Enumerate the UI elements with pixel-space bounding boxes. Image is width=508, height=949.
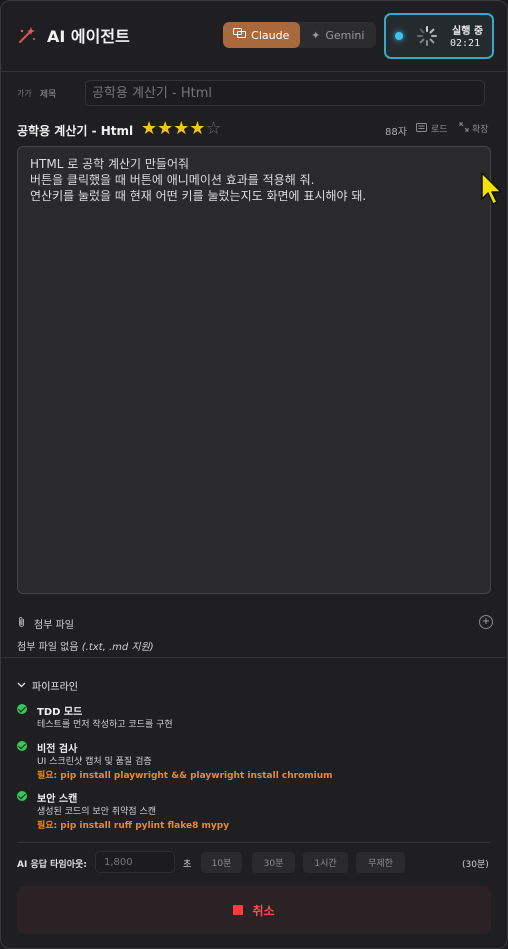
- run-status-box: 실행 중 02:21: [384, 13, 494, 59]
- sparkle-icon: ✦: [311, 28, 321, 42]
- model-gemini-label: Gemini: [325, 28, 365, 42]
- divider: [17, 842, 491, 843]
- chevron-down-icon: [17, 680, 26, 691]
- divider: [1, 657, 507, 658]
- app-window: AI 에이전트 Claude ✦ Gemini 실행 중 02:21 가가 제목…: [0, 0, 508, 949]
- expand-button[interactable]: 확장: [459, 122, 489, 135]
- stars-empty: ☆: [205, 118, 222, 139]
- load-label: 로드: [431, 125, 448, 135]
- pipeline-toggle[interactable]: 파이프라인: [17, 678, 78, 693]
- title-field-label: 가가 제목: [17, 87, 56, 100]
- run-status-label: 실행 중: [452, 26, 484, 37]
- step-name: 보안 스캔: [37, 794, 78, 805]
- expand-icon: [459, 122, 469, 135]
- timeout-preset-unlimited[interactable]: 무제한: [356, 852, 405, 873]
- attachment-supported-types: (.txt, .md 지원): [81, 642, 154, 653]
- model-claude-label: Claude: [251, 28, 290, 42]
- attachment-label: 첨부 파일: [34, 620, 74, 631]
- add-attachment-button[interactable]: +: [479, 615, 493, 629]
- step-name: TDD 모드: [37, 707, 83, 718]
- font-size-icon[interactable]: 가가: [17, 88, 32, 99]
- chat-icon: [233, 28, 247, 42]
- attachment-empty-label: 첨부 파일 없음: [17, 642, 79, 653]
- check-circle-icon: [17, 791, 27, 801]
- model-toggle: Claude ✦ Gemini: [223, 22, 376, 48]
- pipeline-label: 파이프라인: [32, 682, 78, 693]
- expand-label: 확장: [472, 125, 489, 135]
- step-description: UI 스크린샷 캡처 및 품질 검증: [37, 757, 152, 767]
- spinner-icon: [417, 26, 437, 46]
- prompt-editor[interactable]: HTML 로 공학 계산기 만들어줘 버튼을 클릭했을 때 버튼에 애니메이션 …: [17, 146, 491, 594]
- prompt-title: 공학용 계산기 - Html: [17, 124, 134, 138]
- cancel-button[interactable]: 취소: [17, 886, 491, 934]
- paperclip-icon: [17, 616, 26, 631]
- running-indicator-dot: [395, 32, 403, 40]
- timeout-preset-1hour[interactable]: 1시간: [303, 852, 348, 873]
- attachment-header: 첨부 파일: [17, 616, 74, 631]
- app-title: AI 에이전트: [47, 27, 130, 46]
- attachment-empty-text: 첨부 파일 없음 (.txt, .md 지원): [17, 638, 154, 653]
- timeout-label: AI 응답 타임아웃:: [17, 860, 87, 870]
- title-label: 제목: [39, 90, 57, 100]
- timeout-input[interactable]: [95, 851, 175, 873]
- rating-stars[interactable]: ★★★★☆: [141, 118, 222, 139]
- run-elapsed-time: 02:21: [450, 38, 481, 49]
- stars-filled: ★★★★: [141, 118, 206, 139]
- title-input[interactable]: [85, 80, 485, 106]
- load-icon: [416, 122, 427, 135]
- step-requirement: 필요: pip install ruff pylint flake8 mypy: [37, 821, 230, 831]
- step-name: 비전 검사: [37, 744, 78, 755]
- timeout-unit: 초: [183, 860, 192, 870]
- stop-icon: [233, 905, 244, 915]
- timeout-preset-10min[interactable]: 10분: [201, 852, 242, 873]
- load-button[interactable]: 로드: [416, 122, 448, 135]
- char-count: 88자: [385, 127, 407, 138]
- header: AI 에이전트 Claude ✦ Gemini 실행 중 02:21: [1, 1, 507, 72]
- model-gemini-button[interactable]: ✦ Gemini: [300, 22, 377, 48]
- magic-wand-icon: [19, 27, 35, 43]
- timeout-current-value: (30분): [462, 860, 489, 870]
- cancel-label: 취소: [252, 903, 275, 918]
- model-claude-button[interactable]: Claude: [223, 22, 300, 48]
- check-circle-icon: [17, 741, 27, 751]
- check-circle-icon: [17, 704, 27, 714]
- step-description: 생성된 코드의 보안 취약점 스캔: [37, 807, 157, 817]
- timeout-preset-30min[interactable]: 30분: [252, 852, 295, 873]
- step-description: 테스트를 먼저 작성하고 코드를 구현: [37, 720, 173, 730]
- mouse-pointer-icon: [481, 172, 502, 205]
- step-requirement: 필요: pip install playwright && playwright…: [37, 771, 333, 781]
